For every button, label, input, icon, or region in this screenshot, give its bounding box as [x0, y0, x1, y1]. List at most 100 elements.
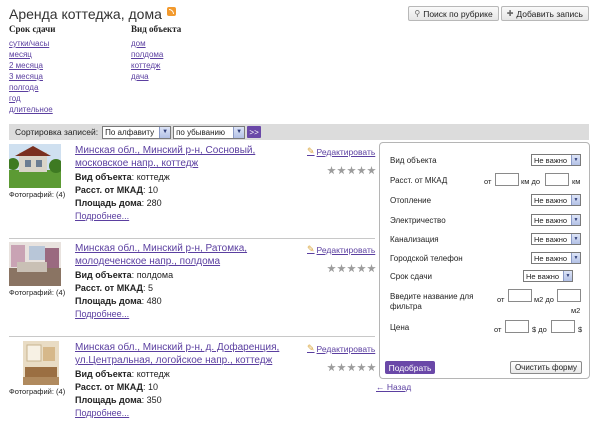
star-icon [367, 166, 376, 175]
chevron-down-icon: ▼ [571, 253, 580, 263]
listing-photo[interactable] [9, 242, 61, 286]
term-link[interactable]: длительное [9, 104, 55, 115]
term-link[interactable]: год [9, 93, 55, 104]
chevron-down-icon: ▼ [571, 215, 580, 225]
object-type-link[interactable]: дача [131, 71, 181, 82]
rss-icon[interactable] [166, 6, 176, 16]
star-icon [347, 363, 356, 372]
star-icon [367, 264, 376, 273]
edit-link[interactable]: ✎ Редактировать [307, 244, 375, 255]
back-link[interactable]: ← Назад [376, 382, 411, 392]
listing-photo[interactable] [23, 341, 59, 385]
listing-props: Вид объекта: коттедж Расст. от МКАД: 10 … [75, 369, 170, 405]
pencil-icon: ✎ [307, 343, 315, 353]
more-link[interactable]: Подробнее... [75, 408, 129, 418]
filter-price-label: Цена [390, 323, 410, 332]
sort-label: Сортировка записей: [15, 127, 99, 137]
km-label: км [572, 177, 581, 186]
divider [9, 336, 375, 337]
edit-link[interactable]: ✎ Редактировать [307, 343, 375, 354]
star-icon [327, 264, 336, 273]
photo-count: Фотографий: (4) [9, 190, 66, 199]
filter-heating-select[interactable]: Не важно ▼ [531, 194, 581, 206]
filter-heating-label: Отопление [390, 196, 432, 205]
area-to-input[interactable] [557, 289, 581, 302]
photo-count: Фотографий: (4) [9, 387, 66, 396]
chevron-down-icon: ▼ [233, 126, 245, 138]
chevron-down-icon: ▼ [571, 195, 580, 205]
rating-stars [327, 363, 376, 372]
filter-phone-select[interactable]: Не важно ▼ [531, 252, 581, 264]
sort-field-select[interactable]: По алфавиту ▼ [102, 125, 172, 139]
area-from-input[interactable] [508, 289, 532, 302]
top-buttons: ⚲ Поиск по рубрике ✚ Добавить запись [408, 6, 589, 21]
m2-label: м2 [571, 306, 581, 315]
term-link[interactable]: 3 месяца [9, 71, 55, 82]
star-icon [327, 166, 336, 175]
dollar-label: $ [578, 325, 583, 334]
sort-order-select[interactable]: по убыванию ▼ [173, 125, 246, 139]
star-icon [357, 166, 366, 175]
from-label: от [497, 295, 505, 304]
dollar-to-label: $ до [532, 325, 547, 334]
term-link[interactable]: 2 месяца [9, 60, 55, 71]
filter-sewage-label: Канализация [390, 235, 439, 244]
object-type-column: Вид объекта дом полдома коттедж дача [131, 24, 181, 82]
clear-form-button[interactable]: Очистить форму [510, 361, 582, 374]
more-link[interactable]: Подробнее... [75, 309, 129, 319]
listing-title-link[interactable]: Минская обл., Минский р-н, д. Дофаренция… [75, 341, 303, 367]
photo-count: Фотографий: (4) [9, 288, 66, 297]
price-from-input[interactable] [505, 320, 529, 333]
object-type-link[interactable]: полдома [131, 49, 181, 60]
filter-object-type-label: Вид объекта [390, 156, 437, 165]
listing-props: Вид объекта: коттедж Расст. от МКАД: 10 … [75, 172, 170, 208]
filter-electricity-label: Электричество [390, 216, 446, 225]
chevron-down-icon: ▼ [571, 234, 580, 244]
rating-stars [327, 264, 376, 273]
sort-bar: Сортировка записей: По алфавиту ▼ по убыв… [9, 124, 589, 140]
filter-term-select[interactable]: Не важно ▼ [523, 270, 573, 282]
filter-object-type-select[interactable]: Не важно ▼ [531, 154, 581, 166]
page-title: Аренда коттеджа, дома [9, 6, 176, 22]
plus-icon: ✚ [506, 9, 514, 18]
add-record-button[interactable]: ✚ Добавить запись [500, 6, 589, 21]
from-label: от [484, 177, 492, 186]
listing-photo[interactable] [7, 144, 63, 188]
chevron-down-icon: ▼ [571, 155, 580, 165]
listing-item: Фотографий: (4) Минская обл., Минский р-… [7, 144, 376, 234]
listing-title-link[interactable]: Минская обл., Минский р-н, Ратомка, моло… [75, 242, 303, 268]
pick-button[interactable]: Подобрать [385, 361, 435, 374]
rating-stars [327, 166, 376, 175]
term-link[interactable]: полгода [9, 82, 55, 93]
object-type-link[interactable]: коттедж [131, 60, 181, 71]
chevron-down-icon: ▼ [563, 271, 572, 281]
star-icon [337, 166, 346, 175]
mkad-from-input[interactable] [495, 173, 519, 186]
filter-panel: Вид объекта Не важно ▼ Расст. от МКАД от … [379, 142, 590, 379]
sort-go-button[interactable]: >> [247, 126, 262, 138]
from-label: от [494, 325, 502, 334]
more-link[interactable]: Подробнее... [75, 211, 129, 221]
star-icon [327, 363, 336, 372]
star-icon [347, 166, 356, 175]
edit-link[interactable]: ✎ Редактировать [307, 146, 375, 157]
star-icon [337, 264, 346, 273]
search-by-rubric-button[interactable]: ⚲ Поиск по рубрике [408, 6, 499, 21]
term-column: Срок сдачи сутки/часы месяц 2 месяца 3 м… [9, 24, 55, 115]
filter-phone-label: Городской телефон [390, 254, 463, 263]
price-to-input[interactable] [551, 320, 575, 333]
object-type-link[interactable]: дом [131, 38, 181, 49]
filter-sewage-select[interactable]: Не важно ▼ [531, 233, 581, 245]
m2-to-label: м2 до [534, 295, 554, 304]
filter-electricity-select[interactable]: Не важно ▼ [531, 214, 581, 226]
listing-title-link[interactable]: Минская обл., Минский р-н, Сосновый, мос… [75, 144, 303, 170]
term-link[interactable]: сутки/часы [9, 38, 55, 49]
term-heading: Срок сдачи [9, 24, 56, 34]
object-type-heading: Вид объекта [131, 24, 182, 34]
star-icon [357, 264, 366, 273]
page-title-text: Аренда коттеджа, дома [9, 6, 162, 22]
mkad-to-input[interactable] [545, 173, 569, 186]
listing-props: Вид объекта: полдома Расст. от МКАД: 5 П… [75, 270, 174, 306]
term-link[interactable]: месяц [9, 49, 55, 60]
star-icon [347, 264, 356, 273]
